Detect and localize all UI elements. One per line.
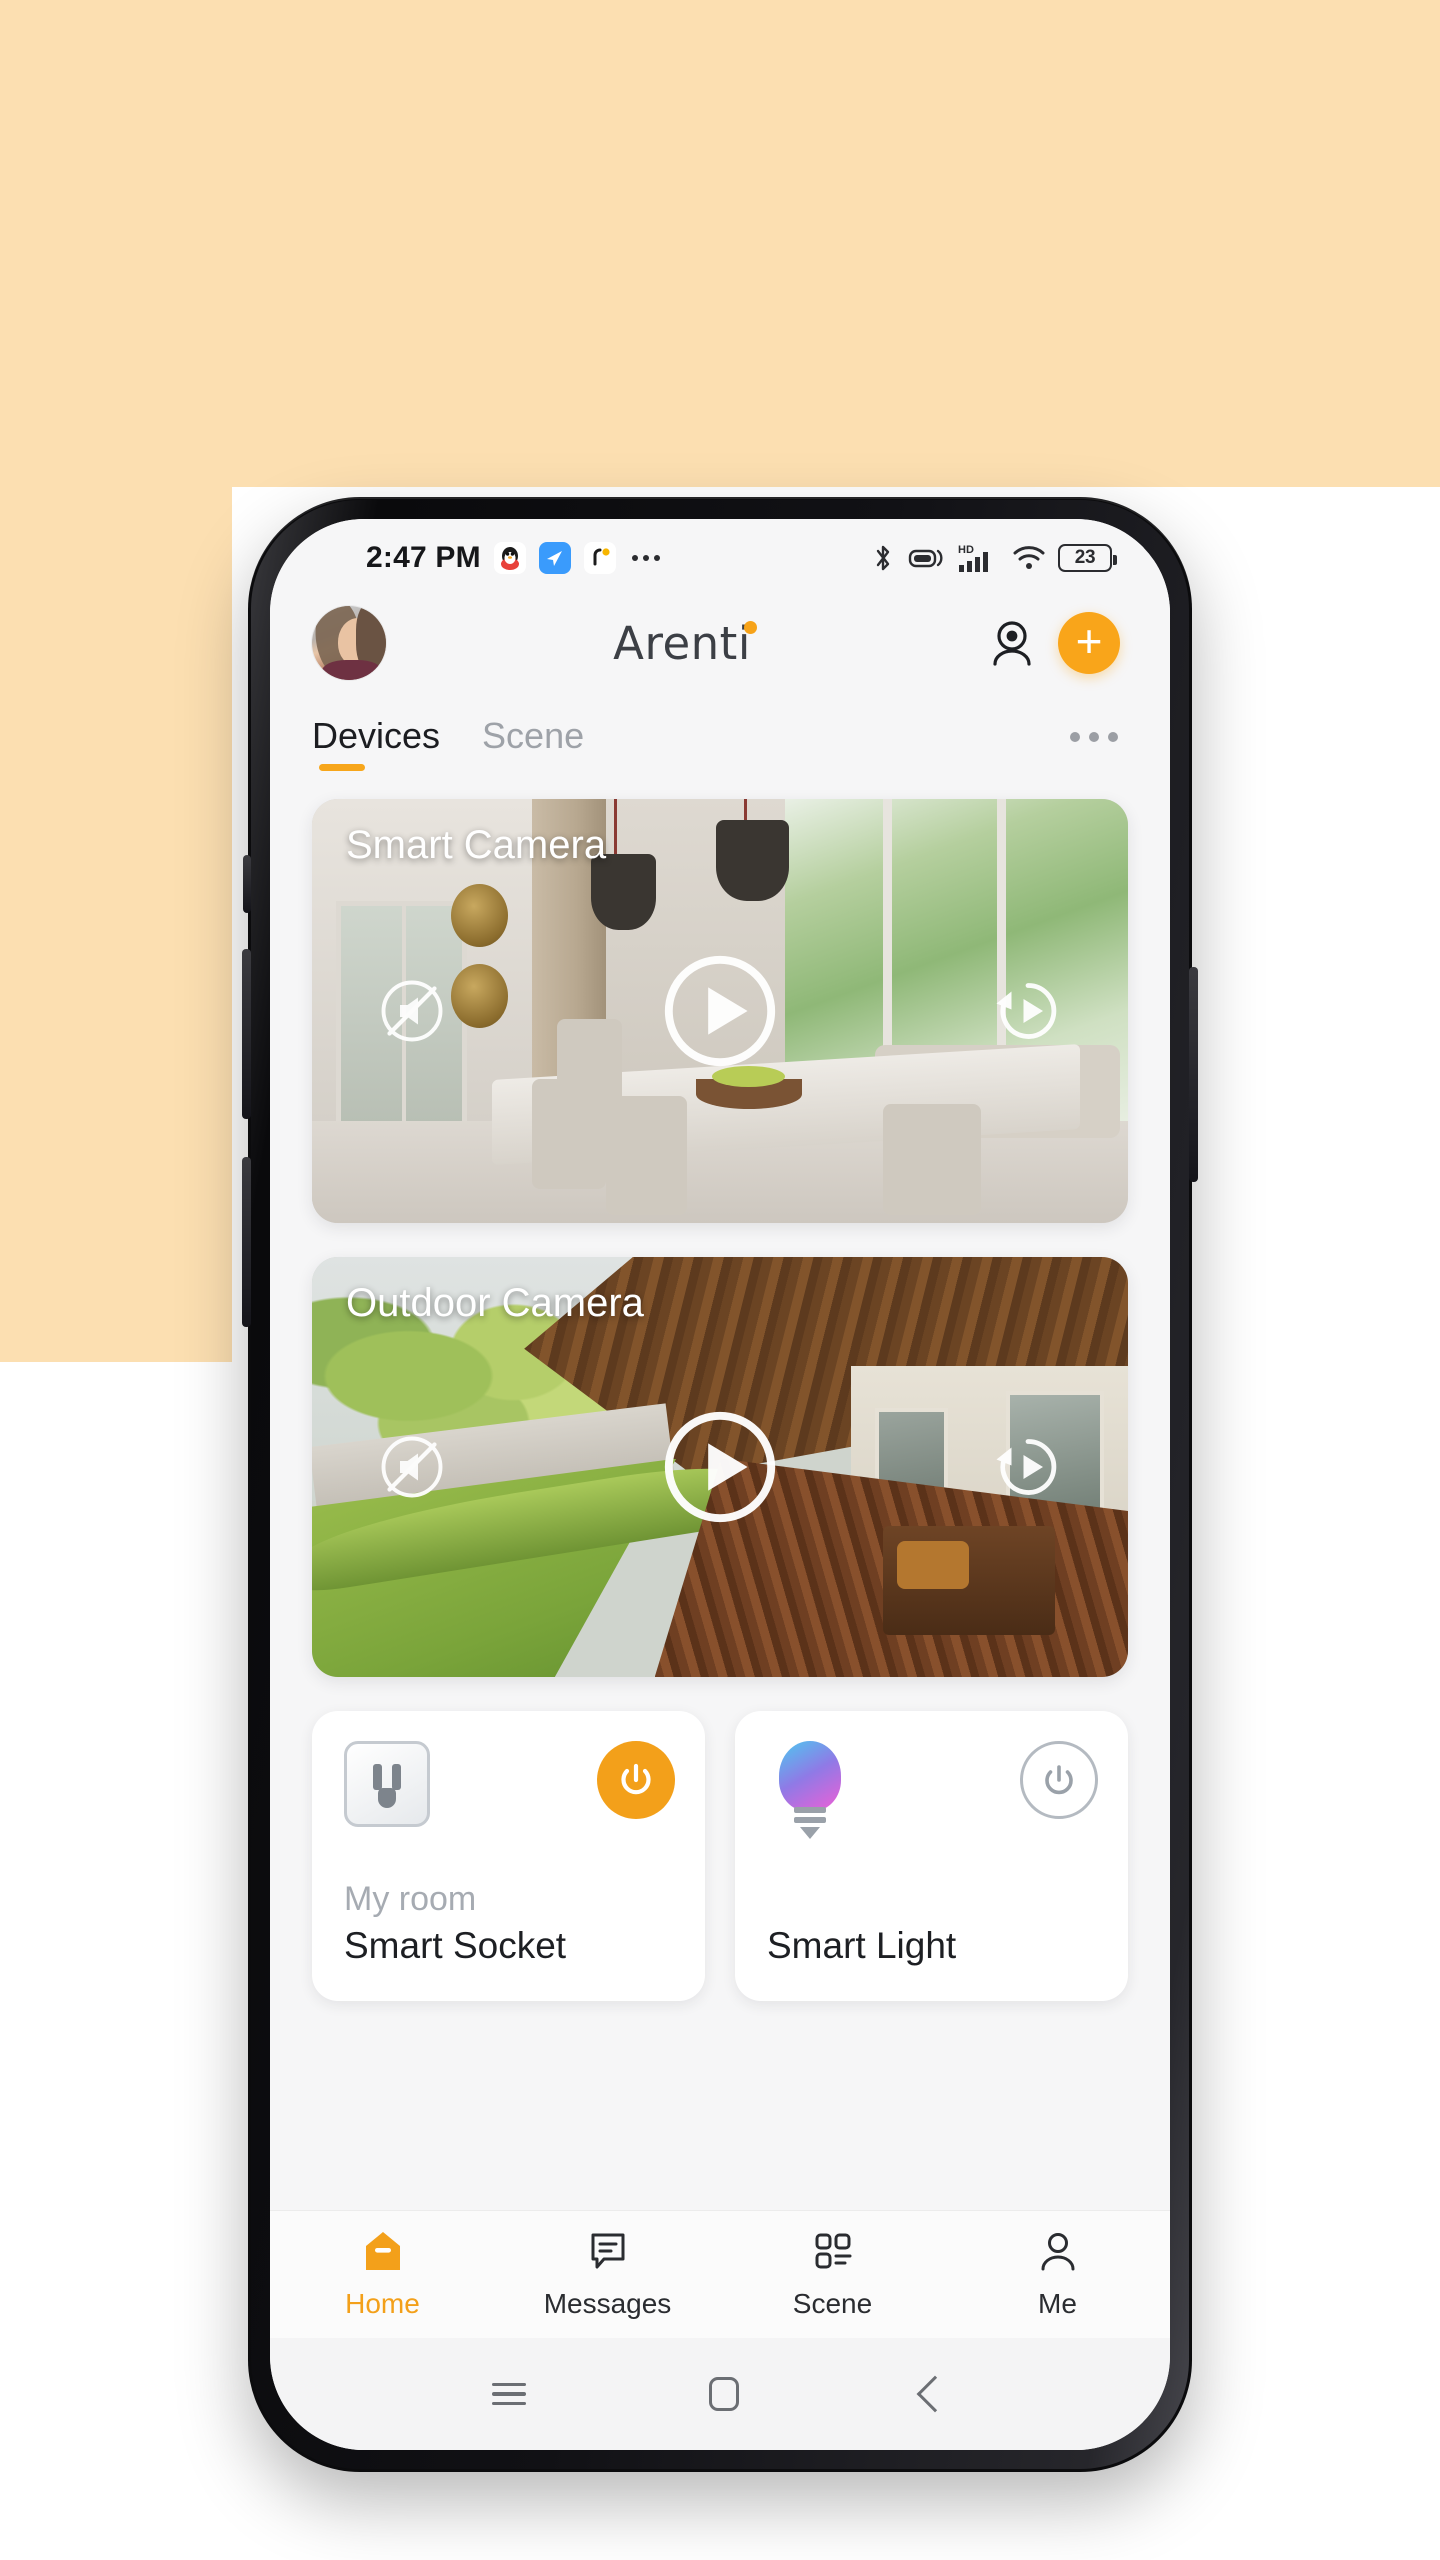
person-icon xyxy=(1037,2229,1079,2278)
add-device-button[interactable]: + xyxy=(1058,612,1120,674)
tile-device-name: Smart Light xyxy=(767,1925,957,1967)
dingtalk-icon xyxy=(538,542,571,574)
phone-screen: 2:47 PM HD 23 Arenti + Devices Scene Sma… xyxy=(270,519,1170,2450)
bulb-icon xyxy=(767,1741,853,1839)
tab-scene-label: Scene xyxy=(482,715,585,756)
system-navigation-bar xyxy=(270,2338,1170,2450)
scene-grid-icon xyxy=(812,2229,854,2278)
tile-header xyxy=(344,1741,675,1827)
tab-more-icon[interactable] xyxy=(1070,732,1118,754)
phone-power-button[interactable] xyxy=(1189,967,1198,1182)
bluetooth-icon xyxy=(872,543,894,573)
status-time: 2:47 PM xyxy=(366,541,481,574)
status-bar: 2:47 PM HD 23 xyxy=(270,519,1170,591)
screenshot-stage: 2:47 PM HD 23 Arenti + Devices Scene Sma… xyxy=(0,0,1440,2560)
home-button-icon[interactable] xyxy=(708,2377,739,2411)
mute-icon[interactable] xyxy=(376,975,448,1047)
wifi-icon xyxy=(1012,544,1046,572)
phone-side-button-top[interactable] xyxy=(243,855,251,913)
nav-label-scene: Scene xyxy=(792,2288,873,2319)
phone-volume-down-button[interactable] xyxy=(242,1157,251,1327)
hd-signal-icon: HD xyxy=(958,542,1000,574)
power-toggle-button[interactable] xyxy=(597,1741,675,1819)
play-icon[interactable] xyxy=(657,1404,783,1530)
device-card-smart-socket[interactable]: My room Smart Socket xyxy=(312,1711,705,2001)
brand-dot-icon xyxy=(743,620,757,634)
phone-volume-up-button[interactable] xyxy=(242,949,251,1119)
brand-logo: Arenti xyxy=(404,617,966,670)
background-peach-top xyxy=(0,0,1440,487)
battery-icon: 23 xyxy=(1058,544,1117,572)
nav-item-messages[interactable]: Messages xyxy=(495,2229,720,2320)
svg-text:HD: HD xyxy=(958,544,974,556)
nav-label-messages: Messages xyxy=(543,2288,672,2319)
device-tiles: My room Smart Socket Smart Light xyxy=(312,1711,1128,2023)
playback-icon[interactable] xyxy=(992,1431,1064,1503)
message-icon xyxy=(587,2229,629,2278)
recents-icon[interactable] xyxy=(491,2377,526,2412)
avatar[interactable] xyxy=(312,606,386,680)
vibrate-icon xyxy=(906,544,946,572)
device-card-smart-camera[interactable]: Smart Camera xyxy=(312,799,1128,1223)
status-bar-right: HD 23 xyxy=(872,542,1117,574)
device-card-outdoor-camera[interactable]: Outdoor Camera xyxy=(312,1257,1128,1677)
nav-item-me[interactable]: Me xyxy=(945,2229,1170,2320)
nav-item-home[interactable]: Home xyxy=(270,2229,495,2320)
mute-icon[interactable] xyxy=(376,1431,448,1503)
bottom-navigation: Home Messages Scene Me xyxy=(270,2210,1170,2338)
home-icon xyxy=(362,2229,404,2278)
tile-device-name: Smart Socket xyxy=(344,1925,567,1967)
tab-devices-label: Devices xyxy=(312,715,441,756)
nav-item-scene[interactable]: Scene xyxy=(720,2229,945,2320)
camera-title: Outdoor Camera xyxy=(346,1281,644,1325)
socket-icon xyxy=(344,1741,430,1827)
playback-icon[interactable] xyxy=(992,975,1064,1047)
device-list: Smart Camera Outdoor Camera My room Smar… xyxy=(270,791,1170,2023)
back-icon[interactable] xyxy=(916,2375,954,2413)
tile-room-label: My room xyxy=(344,1880,477,1919)
tile-labels: Smart Light xyxy=(767,1922,1098,1971)
webcam-icon[interactable] xyxy=(984,615,1040,671)
qq-icon xyxy=(493,542,526,574)
tab-devices[interactable]: Devices xyxy=(312,715,440,771)
status-overflow-icon xyxy=(631,555,660,561)
tile-header xyxy=(767,1741,1098,1839)
status-bar-left: 2:47 PM xyxy=(366,541,660,575)
tab-bar: Devices Scene xyxy=(270,695,1170,791)
power-toggle-button[interactable] xyxy=(1020,1741,1098,1819)
brand-name: Arenti xyxy=(613,616,751,670)
nav-label-home: Home xyxy=(345,2288,420,2319)
device-card-smart-light[interactable]: Smart Light xyxy=(735,1711,1128,2001)
nav-label-me: Me xyxy=(1038,2288,1077,2319)
camera-title: Smart Camera xyxy=(346,823,607,867)
background-peach-left xyxy=(0,487,232,1362)
tab-scene[interactable]: Scene xyxy=(482,715,584,771)
phone-device: 2:47 PM HD 23 Arenti + Devices Scene Sma… xyxy=(242,497,1198,2472)
app-header: Arenti + xyxy=(270,591,1170,695)
play-icon[interactable] xyxy=(657,948,783,1074)
notification-icon xyxy=(583,542,616,574)
tile-labels: My room Smart Socket xyxy=(344,1877,675,1971)
